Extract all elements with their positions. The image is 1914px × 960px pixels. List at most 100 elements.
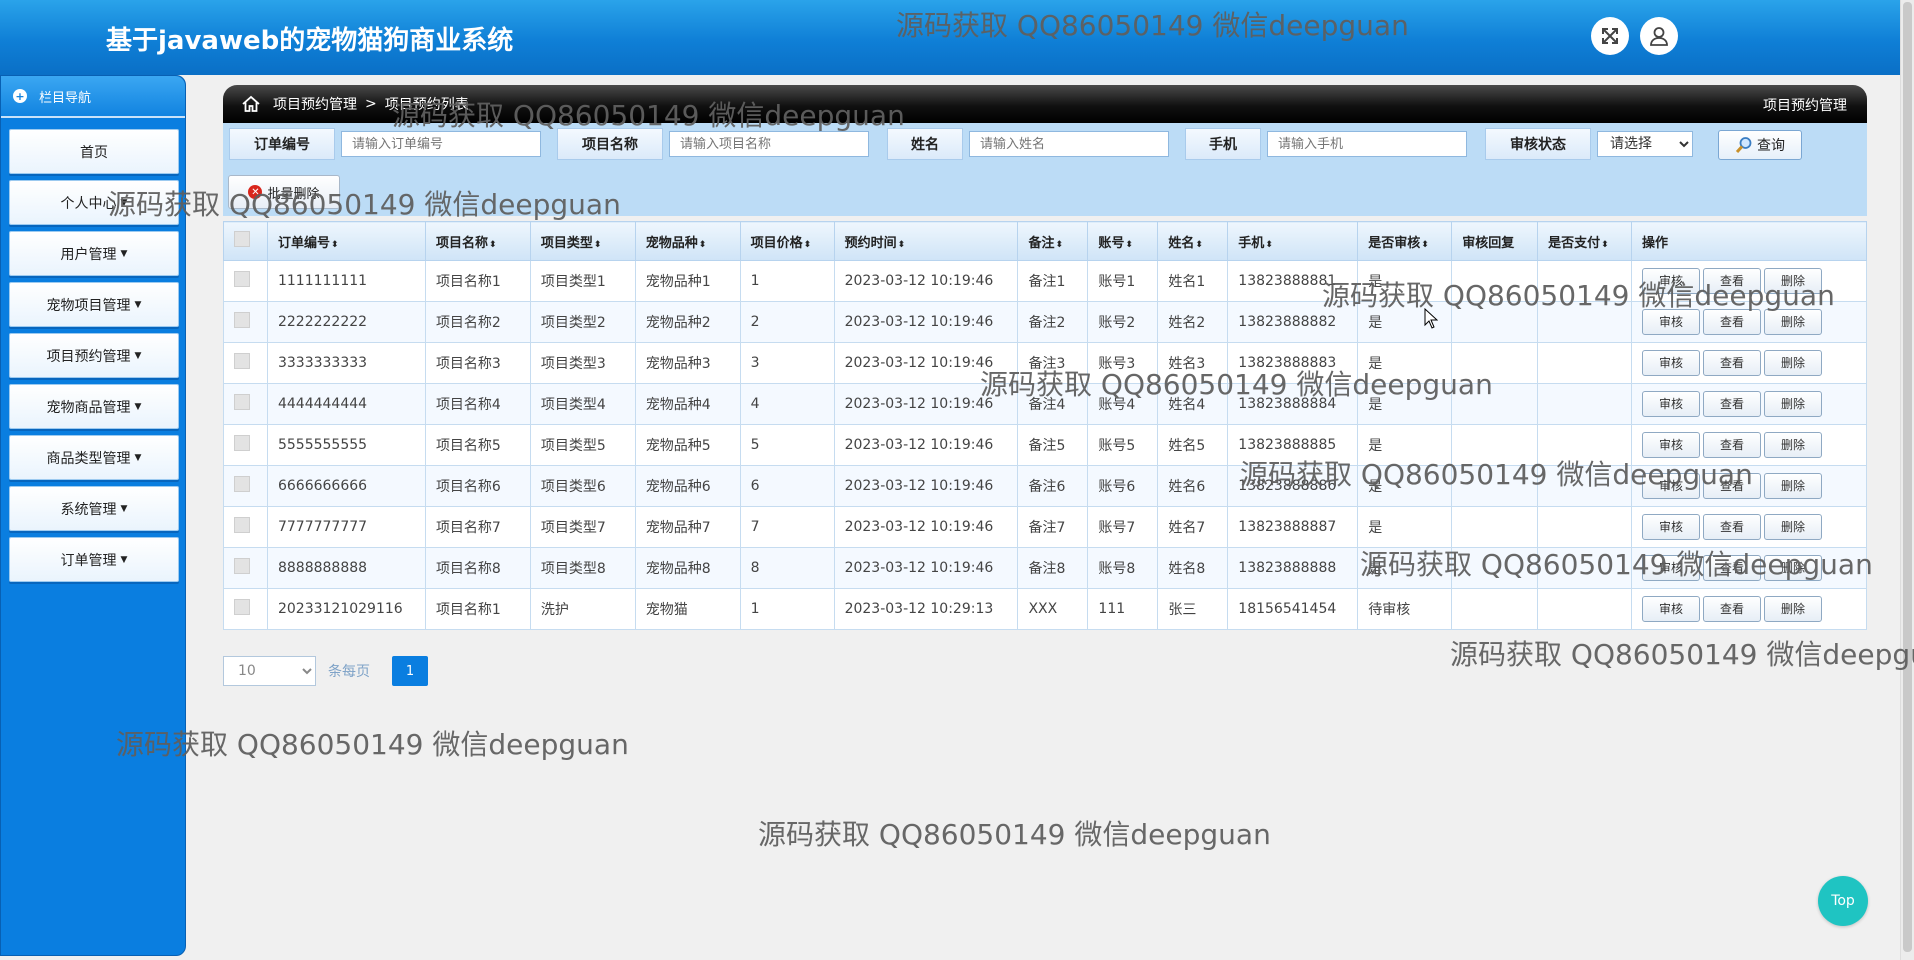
sort-icon[interactable]: ⬍	[594, 240, 602, 250]
sidebar-item[interactable]: 订单管理 ▼	[9, 537, 179, 582]
audit-button[interactable]: 审核	[1642, 473, 1701, 499]
status-label: 审核状态	[1485, 128, 1591, 160]
delete-button[interactable]: 删除	[1764, 473, 1823, 499]
status-filter: 审核状态 请选择	[1485, 128, 1693, 160]
sort-icon[interactable]: ⬍	[331, 240, 339, 250]
view-button[interactable]: 查看	[1703, 473, 1762, 499]
delete-button[interactable]: 删除	[1764, 350, 1823, 376]
page-size-select[interactable]: 10	[223, 656, 316, 686]
view-button[interactable]: 查看	[1703, 432, 1762, 458]
table-cell: 5555555555	[266, 424, 426, 466]
audit-button[interactable]: 审核	[1642, 391, 1701, 417]
column-header[interactable]: 账号⬍	[1087, 221, 1159, 261]
column-header[interactable]: 项目类型⬍	[529, 221, 636, 261]
row-checkbox[interactable]	[234, 476, 250, 492]
sort-icon[interactable]: ⬍	[898, 240, 906, 250]
delete-button[interactable]: 删除	[1764, 514, 1823, 540]
table-cell	[1537, 260, 1633, 302]
table-cell: 洗护	[529, 588, 636, 630]
column-header[interactable]: 备注⬍	[1017, 221, 1089, 261]
column-header[interactable]: 是否审核⬍	[1357, 221, 1453, 261]
audit-button[interactable]: 审核	[1642, 514, 1701, 540]
page-button-current[interactable]: 1	[392, 656, 428, 686]
home-icon[interactable]	[241, 95, 261, 113]
view-button[interactable]: 查看	[1703, 268, 1762, 294]
sort-icon[interactable]: ⬍	[699, 240, 707, 250]
table-cell	[1537, 547, 1633, 589]
back-to-top-button[interactable]: Top	[1818, 876, 1868, 926]
audit-button[interactable]: 审核	[1642, 596, 1701, 622]
table-cell: 姓名2	[1157, 301, 1229, 343]
sidebar-item[interactable]: 用户管理 ▼	[9, 231, 179, 276]
row-checkbox[interactable]	[234, 312, 250, 328]
row-checkbox[interactable]	[234, 599, 250, 615]
sidebar-item-label: 系统管理	[60, 501, 117, 518]
sort-icon[interactable]: ⬍	[1125, 240, 1133, 250]
breadcrumb-parent[interactable]: 项目预约管理	[273, 94, 357, 114]
sort-icon[interactable]: ⬍	[804, 240, 812, 250]
row-checkbox[interactable]	[234, 271, 250, 287]
audit-button[interactable]: 审核	[1642, 268, 1701, 294]
column-header[interactable]: 项目价格⬍	[739, 221, 835, 261]
delete-button[interactable]: 删除	[1764, 555, 1823, 581]
column-header[interactable]: 宠物品种⬍	[634, 221, 741, 261]
order-no-input[interactable]	[341, 131, 541, 157]
view-button[interactable]: 查看	[1703, 391, 1762, 417]
column-header[interactable]: 姓名⬍	[1157, 221, 1229, 261]
user-button[interactable]	[1640, 17, 1678, 55]
sidebar-item[interactable]: 个人中心 ▼	[9, 180, 179, 225]
row-actions: 审核 查看 删除	[1631, 547, 1867, 589]
sidebar-item[interactable]: 宠物项目管理 ▼	[9, 282, 179, 327]
sort-icon[interactable]: ⬍	[1195, 240, 1203, 250]
delete-button[interactable]: 删除	[1764, 391, 1823, 417]
row-checkbox[interactable]	[234, 435, 250, 451]
sidebar-item[interactable]: 商品类型管理 ▼	[9, 435, 179, 480]
status-select[interactable]: 请选择	[1597, 131, 1693, 157]
view-button[interactable]: 查看	[1703, 514, 1762, 540]
column-header[interactable]: 项目名称⬍	[424, 221, 531, 261]
name-input[interactable]	[969, 131, 1169, 157]
audit-button[interactable]: 审核	[1642, 350, 1701, 376]
audit-button[interactable]: 审核	[1642, 555, 1701, 581]
audit-button[interactable]: 审核	[1642, 432, 1701, 458]
delete-button[interactable]: 删除	[1764, 309, 1823, 335]
row-checkbox[interactable]	[234, 394, 250, 410]
delete-button[interactable]: 删除	[1764, 596, 1823, 622]
row-checkbox[interactable]	[234, 517, 250, 533]
sidebar-item[interactable]: 首页	[9, 129, 179, 174]
sidebar-item[interactable]: 宠物商品管理 ▼	[9, 384, 179, 429]
project-name-input[interactable]	[669, 131, 869, 157]
column-header-label: 项目价格	[750, 235, 803, 251]
view-button[interactable]: 查看	[1703, 350, 1762, 376]
audit-button[interactable]: 审核	[1642, 309, 1701, 335]
delete-button[interactable]: 删除	[1764, 432, 1823, 458]
sort-icon[interactable]: ⬍	[1055, 240, 1063, 250]
table-cell: 项目类型1	[529, 260, 636, 302]
batch-delete-button[interactable]: ✕ 批量删除	[228, 175, 340, 209]
delete-button[interactable]: 删除	[1764, 268, 1823, 294]
table-cell	[1537, 301, 1633, 343]
phone-input[interactable]	[1267, 131, 1467, 157]
query-button[interactable]: 查询	[1718, 130, 1802, 160]
column-header[interactable]: 预约时间⬍	[833, 221, 1019, 261]
view-button[interactable]: 查看	[1703, 555, 1762, 581]
column-header[interactable]: 是否支付⬍	[1537, 221, 1633, 261]
column-header[interactable]: 手机⬍	[1227, 221, 1359, 261]
page-scrollbar[interactable]	[1900, 0, 1914, 960]
table-cell: 宠物品种7	[634, 506, 741, 548]
sort-icon[interactable]: ⬍	[1265, 240, 1273, 250]
row-checkbox[interactable]	[234, 353, 250, 369]
sort-icon[interactable]: ⬍	[1421, 240, 1429, 250]
select-all-checkbox[interactable]	[234, 231, 250, 247]
sort-icon[interactable]: ⬍	[1601, 240, 1609, 250]
sidebar-item[interactable]: 系统管理 ▼	[9, 486, 179, 531]
view-button[interactable]: 查看	[1703, 596, 1762, 622]
sort-icon[interactable]: ⬍	[489, 240, 497, 250]
column-header: 操作	[1631, 221, 1867, 261]
column-header[interactable]: 订单编号⬍	[266, 221, 426, 261]
view-button[interactable]: 查看	[1703, 309, 1762, 335]
row-checkbox[interactable]	[234, 558, 250, 574]
sidebar-item[interactable]: 项目预约管理 ▼	[9, 333, 179, 378]
fullscreen-button[interactable]	[1591, 17, 1629, 55]
scrollbar-thumb[interactable]	[1903, 2, 1912, 952]
